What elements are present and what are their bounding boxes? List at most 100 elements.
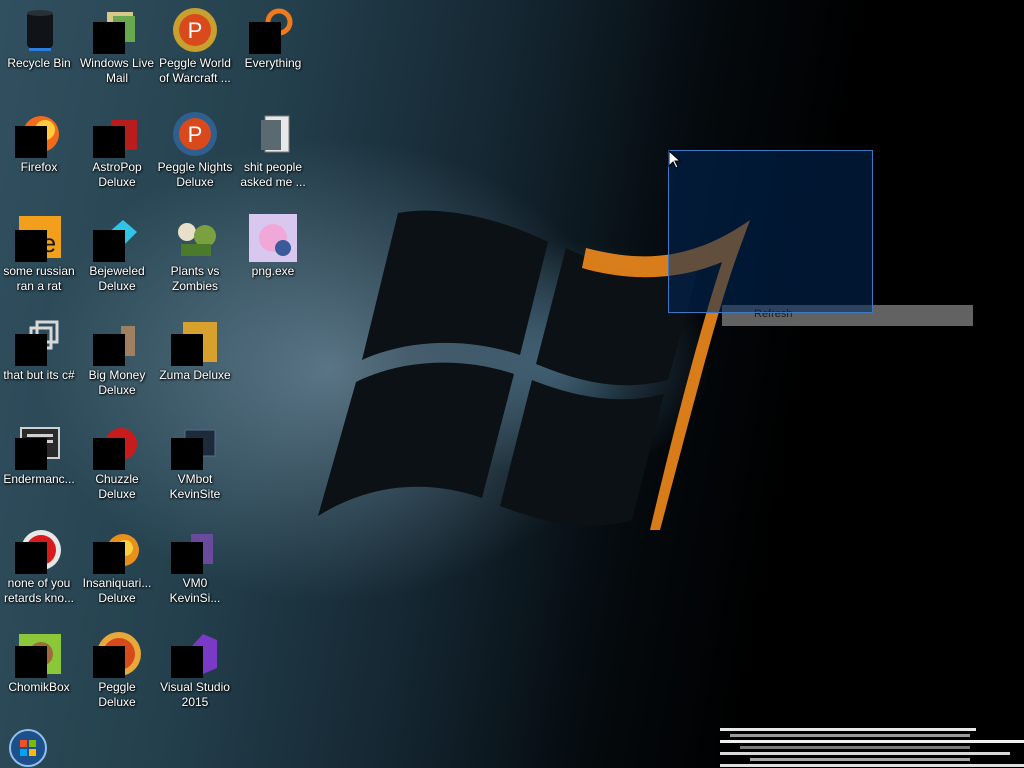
desktop-icon-chomikbox[interactable]: ChomikBox	[0, 624, 78, 724]
icon-label: Bejeweled Deluxe	[89, 264, 145, 293]
icon-label: Insaniquari... Deluxe	[82, 576, 152, 605]
redaction-box	[15, 438, 47, 470]
desktop-icon-bejeweled-deluxe[interactable]: Bejeweled Deluxe	[78, 208, 156, 308]
desktop-icon-everything[interactable]: Everything	[234, 0, 312, 100]
vmbot-kevinsite-icon	[171, 422, 219, 470]
redaction-box	[171, 542, 203, 574]
that-but-its-csharp-icon	[15, 318, 63, 366]
peggle-nights-deluxe-icon: P	[171, 110, 219, 158]
flag-pane-bottom-right	[500, 380, 664, 526]
icon-label: some russian ran a rat	[3, 264, 75, 293]
desktop-icon-peggle-world-of-warcraft[interactable]: P Peggle World of Warcraft ...	[156, 0, 234, 100]
desktop-icon-endermanch[interactable]: Endermanc...	[0, 416, 78, 516]
icon-label: Peggle Deluxe	[98, 680, 136, 709]
redaction-box	[93, 542, 125, 574]
icon-label: Zuma Deluxe	[159, 368, 231, 382]
desktop-icon-peggle-deluxe[interactable]: P Peggle Deluxe	[78, 624, 156, 724]
firefox-icon	[15, 110, 63, 158]
recycle-bin-icon	[15, 6, 63, 54]
plants-vs-zombies-icon	[171, 214, 219, 262]
desktop-icon-folder[interactable]: shit people asked me ...	[234, 104, 312, 204]
redaction-box	[93, 22, 125, 54]
icon-label: Plants vs Zombies	[170, 264, 220, 293]
redaction-box	[171, 334, 203, 366]
redaction-box	[171, 438, 203, 470]
windows-start-orb-icon[interactable]	[8, 728, 48, 768]
redaction-box	[15, 646, 47, 678]
redaction-box	[93, 126, 125, 158]
icon-label: Windows Live Mail	[79, 56, 155, 85]
desktop-icon-zuma-deluxe[interactable]: Zuma Deluxe	[156, 312, 234, 412]
chuzzle-deluxe-icon	[93, 422, 141, 470]
icon-label: shit people asked me ...	[240, 160, 306, 189]
some-russian-ran-a-rat-icon: e	[15, 214, 63, 262]
redaction-box	[93, 334, 125, 366]
desktop-icon-visual-studio-2015[interactable]: Visual Studio 2015	[156, 624, 234, 724]
icon-label: Chuzzle Deluxe	[95, 472, 139, 501]
icon-label: VM0 KevinSi...	[169, 576, 221, 605]
visual-studio-2015-icon	[171, 630, 219, 678]
everything-search-icon	[249, 6, 297, 54]
big-money-deluxe-icon	[93, 318, 141, 366]
redaction-box	[15, 230, 47, 262]
desktop-icon-vmbot-kevinsite[interactable]: VMbot KevinSite	[156, 416, 234, 516]
icon-label: Peggle World of Warcraft ...	[159, 56, 231, 85]
icon-label: Firefox	[20, 160, 58, 174]
chomikbox-icon	[15, 630, 63, 678]
icon-label: that but its c#	[3, 368, 75, 382]
icon-label: Visual Studio 2015	[160, 680, 230, 709]
desktop-icon-some-russian-ran-a-rat[interactable]: e some russian ran a rat	[0, 208, 78, 308]
redaction-box	[15, 334, 47, 366]
svg-text:P: P	[188, 122, 203, 147]
bejeweled-deluxe-icon	[93, 214, 141, 262]
redaction-box	[249, 22, 281, 54]
taskbar-glitch-area	[720, 728, 1024, 768]
icon-label: png.exe	[251, 264, 295, 278]
flag-pane-bottom-left	[318, 362, 514, 516]
icon-label: VMbot KevinSite	[169, 472, 221, 501]
windows-live-mail-icon	[93, 6, 141, 54]
desktop-icon-big-money-deluxe[interactable]: Big Money Deluxe	[78, 312, 156, 412]
redaction-box	[15, 126, 47, 158]
icon-label: Endermanc...	[3, 472, 75, 486]
folder-icon	[249, 110, 297, 158]
icon-label: Recycle Bin	[7, 56, 71, 70]
peggle-world-of-warcraft-icon: P	[171, 6, 219, 54]
icon-label: Big Money Deluxe	[88, 368, 146, 397]
desktop-icon-that-but-its-csharp[interactable]: that but its c#	[0, 312, 78, 412]
zuma-deluxe-icon	[171, 318, 219, 366]
desktop-icon-windows-live-mail[interactable]: Windows Live Mail	[78, 0, 156, 100]
icon-label: AstroPop Deluxe	[92, 160, 142, 189]
icon-label: ChomikBox	[8, 680, 70, 694]
peggle-deluxe-icon: P	[93, 630, 141, 678]
desktop-icon-peggle-nights-deluxe[interactable]: P Peggle Nights Deluxe	[156, 104, 234, 204]
icon-label: Everything	[244, 56, 302, 70]
flag-pane-top-left	[362, 210, 548, 360]
desktop-icon-vm0-kevinsite[interactable]: VM0 KevinSi...	[156, 520, 234, 620]
desktop-icon-insaniquarium-deluxe[interactable]: Insaniquari... Deluxe	[78, 520, 156, 620]
desktop-icon-astropop-deluxe[interactable]: AstroPop Deluxe	[78, 104, 156, 204]
desktop[interactable]: Recycle Bin Windows Live Mail P Peggle W…	[0, 0, 1024, 768]
desktop-icon-png-exe[interactable]: png.exe	[234, 208, 312, 308]
desktop-icon-none-of-you[interactable]: none of you retards kno...	[0, 520, 78, 620]
insaniquarium-deluxe-icon	[93, 526, 141, 574]
astropop-deluxe-icon	[93, 110, 141, 158]
desktop-icon-recycle-bin[interactable]: Recycle Bin	[0, 0, 78, 100]
vm0-kevinsite-icon	[171, 526, 219, 574]
redaction-box	[93, 230, 125, 262]
svg-text:P: P	[188, 18, 203, 43]
desktop-icon-firefox[interactable]: Firefox	[0, 104, 78, 204]
none-of-you-icon	[15, 526, 63, 574]
icon-label: Peggle Nights Deluxe	[157, 160, 233, 189]
redaction-box	[93, 438, 125, 470]
icon-label: none of you retards kno...	[3, 576, 75, 605]
png-exe-icon	[249, 214, 297, 262]
redaction-box	[171, 646, 203, 678]
desktop-icon-chuzzle-deluxe[interactable]: Chuzzle Deluxe	[78, 416, 156, 516]
selection-rectangle	[668, 150, 873, 313]
desktop-icon-plants-vs-zombies[interactable]: Plants vs Zombies	[156, 208, 234, 308]
redaction-box	[15, 542, 47, 574]
endermanch-icon	[15, 422, 63, 470]
redaction-box	[93, 646, 125, 678]
mouse-pointer-icon	[668, 150, 682, 169]
